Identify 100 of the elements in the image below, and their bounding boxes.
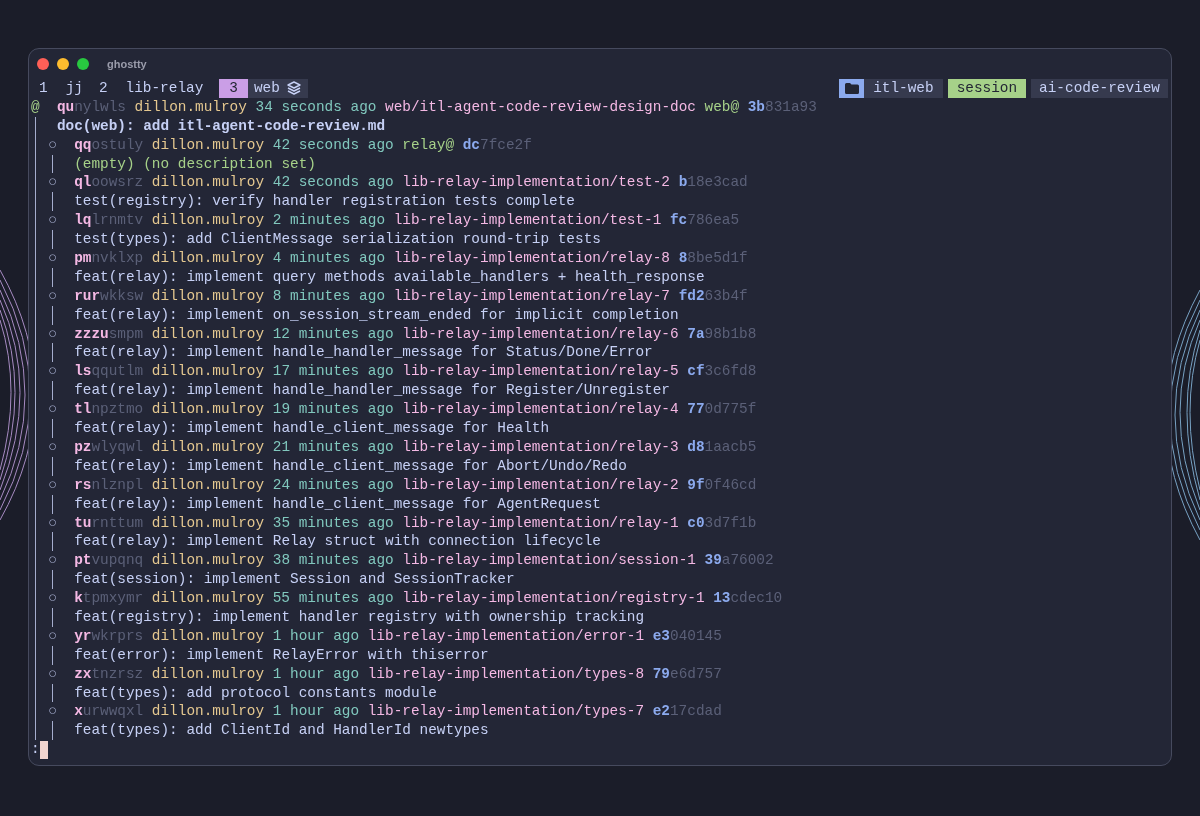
author: dillon.mulroy	[151, 400, 265, 420]
change-id: qloowsrz	[74, 173, 144, 193]
author: dillon.mulroy	[151, 437, 265, 457]
revision-symbol: ○	[48, 626, 57, 646]
bookmark: lib-relay-implementation/relay-1	[402, 513, 679, 533]
change-id: zzzusmpm	[74, 324, 144, 344]
tab[interactable]: 1 jj	[39, 79, 89, 98]
bookmark: lib-relay-implementation/relay-7	[393, 286, 670, 306]
commit-description: test(types): add ClientMessage serialization round-trip tests	[74, 230, 601, 250]
change-id: qqostuly	[74, 135, 144, 155]
minimize-button[interactable]	[57, 58, 69, 70]
tab[interactable]: 3 web	[219, 79, 308, 98]
revision-symbol: ○	[48, 286, 57, 306]
bookmark: web@	[704, 97, 740, 117]
zoom-button[interactable]	[77, 58, 89, 70]
bookmark: lib-relay-implementation/types-7	[367, 702, 645, 722]
commit-id: 770d775f	[686, 400, 757, 420]
revision-symbol: ○	[48, 475, 57, 495]
author: dillon.mulroy	[134, 97, 247, 117]
commit-description: feat(error): implement RelayError with thiserror	[74, 645, 489, 665]
close-button[interactable]	[37, 58, 49, 70]
tab[interactable]: 2 lib-relay	[98, 79, 210, 98]
revision-symbol: ○	[48, 324, 57, 344]
timestamp: 35 minutes ago	[272, 513, 394, 533]
timestamp: 1 hour ago	[272, 626, 360, 646]
change-id: lqlrnmtv	[74, 211, 144, 231]
bookmark: lib-relay-implementation/relay-2	[402, 475, 679, 495]
commit-id: 79e6d757	[651, 664, 722, 684]
author: dillon.mulroy	[151, 589, 265, 608]
bookmark: web/itl-agent-code-review-design-doc	[385, 97, 696, 117]
timestamp: 24 minutes ago	[272, 475, 394, 495]
commit-description: test(registry): verify handler registration tests complete	[74, 192, 575, 212]
revision-symbol: ○	[48, 551, 57, 571]
session-name: session	[947, 79, 1027, 98]
bookmark: lib-relay-implementation/relay-3	[402, 437, 679, 457]
bookmark: lib-relay-implementation/registry-1	[402, 589, 705, 608]
author: dillon.mulroy	[151, 249, 265, 268]
revision-symbol: ○	[48, 211, 57, 231]
change-id: yrwkrprs	[74, 626, 144, 646]
timestamp: 21 minutes ago	[272, 437, 394, 457]
timestamp: 17 minutes ago	[272, 362, 394, 382]
bookmark: lib-relay-implementation/relay-8	[393, 249, 670, 268]
commit-id: fd263b4f	[677, 286, 748, 306]
change-id: pmnvklxp	[74, 249, 144, 268]
revision-symbol: ○	[48, 702, 57, 722]
commit-id: dc7fce2f	[461, 135, 532, 155]
author: dillon.mulroy	[151, 551, 265, 571]
revision-symbol: ○	[48, 513, 57, 533]
author: dillon.mulroy	[151, 362, 265, 382]
revision-symbol: ○	[48, 173, 57, 193]
change-id: rsnlznpl	[74, 475, 144, 495]
commit-description: feat(relay): implement handle_client_message for Health	[74, 419, 550, 438]
commit-id: 88be5d1f	[677, 249, 748, 268]
bookmark: lib-relay-implementation/error-1	[367, 626, 645, 646]
timestamp: 2 minutes ago	[272, 211, 385, 231]
commit-id: d81aacb5	[686, 437, 757, 457]
layers-icon	[286, 81, 301, 96]
commit-description: feat(types): add protocol constants module	[74, 683, 437, 703]
change-id: tlnpztmo	[74, 400, 144, 420]
cursor	[39, 740, 49, 759]
commit-id: cf3c6fd8	[686, 362, 757, 382]
revision-symbol: ○	[48, 135, 57, 155]
author: dillon.mulroy	[151, 702, 265, 722]
bookmark: relay@	[402, 135, 455, 155]
author: dillon.mulroy	[151, 286, 265, 306]
commit-description: feat(types): add ClientId and HandlerId newtypes	[74, 721, 489, 741]
author: dillon.mulroy	[151, 513, 265, 533]
change-id: rurwkksw	[74, 286, 144, 306]
author: dillon.mulroy	[151, 324, 265, 344]
commit-description: feat(relay): implement on_session_stream_ended for implicit completion	[74, 305, 679, 325]
commit-description: feat(relay): implement handle_client_message for Abort/Undo/Redo	[74, 456, 627, 476]
change-id: ptvupqnq	[74, 551, 144, 571]
author: dillon.mulroy	[151, 664, 265, 684]
session-directory: itl-web	[864, 79, 943, 98]
timestamp: 4 minutes ago	[272, 249, 385, 268]
revision-symbol: ○	[48, 400, 57, 420]
commit-id: 13cdec10	[712, 589, 783, 608]
commit-id: e217cdad	[651, 702, 722, 722]
prompt: :	[31, 740, 40, 760]
commit-description: doc(web): add itl-agent-code-review.md	[56, 116, 386, 136]
commit-id: 3b831a93	[746, 97, 817, 117]
commit-id: e3040145	[651, 626, 722, 646]
commit-id: fc786ea5	[669, 211, 740, 231]
author: dillon.mulroy	[151, 173, 265, 193]
author: dillon.mulroy	[151, 626, 265, 646]
revision-symbol: ○	[48, 249, 57, 268]
bookmark: lib-relay-implementation/test-1	[393, 211, 662, 231]
commit-id: 9f0f46cd	[686, 475, 757, 495]
author: dillon.mulroy	[151, 475, 265, 495]
bookmark: lib-relay-implementation/types-8	[367, 664, 645, 684]
bookmark: lib-relay-implementation/relay-5	[402, 362, 679, 382]
folder-icon	[839, 79, 865, 98]
change-id: zxtnzrsz	[74, 664, 144, 684]
change-id: ktpmxymr	[74, 589, 144, 608]
revision-symbol: ○	[48, 362, 57, 382]
bookmark: lib-relay-implementation/session-1	[402, 551, 696, 571]
timestamp: 38 minutes ago	[272, 551, 394, 571]
revision-symbol: ○	[48, 589, 57, 608]
commit-id: c03d7f1b	[686, 513, 757, 533]
commit-description: feat(relay): implement handle_handler_message for Status/Done/Error	[74, 343, 653, 363]
